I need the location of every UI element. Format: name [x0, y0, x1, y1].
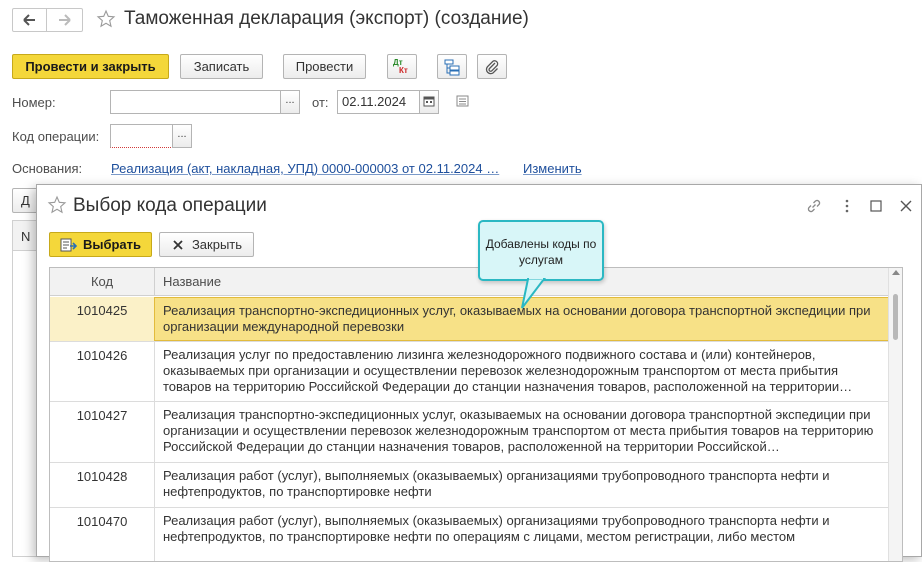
maximize-icon: [870, 200, 882, 212]
select-icon: [60, 238, 78, 251]
select-button[interactable]: Выбрать: [49, 232, 152, 257]
document-list-button[interactable]: [455, 94, 471, 108]
attachments-button[interactable]: [477, 54, 507, 79]
table-row[interactable]: 1010426 Реализация услуг по предоставлен…: [50, 342, 889, 402]
back-arrow-icon: [23, 14, 35, 26]
save-button[interactable]: Записать: [180, 54, 263, 79]
post-and-close-button[interactable]: Провести и закрыть: [12, 54, 169, 79]
structure-button[interactable]: [437, 54, 467, 79]
more-icon: [845, 199, 849, 213]
row-code: 1010427: [76, 408, 128, 423]
paperclip-icon: [485, 59, 499, 74]
row-name: Реализация транспортно-экспедиционных ус…: [154, 402, 889, 462]
dialog-link-button[interactable]: [805, 197, 823, 215]
select-button-label: Выбрать: [82, 237, 142, 252]
row-code: 1010428: [76, 469, 128, 484]
date-field[interactable]: 02.11.2024: [337, 90, 420, 114]
calendar-button[interactable]: [419, 90, 439, 114]
annotation-callout: Добавлены коды по услугам: [478, 220, 604, 281]
basis-label: Основания:: [12, 161, 83, 176]
star-icon: [47, 195, 67, 214]
table-row[interactable]: 1010427 Реализация транспортно-экспедици…: [50, 402, 889, 463]
change-basis-link[interactable]: Изменить: [523, 161, 582, 176]
row-code: 1010426: [76, 348, 128, 363]
table-scrollbar[interactable]: [888, 268, 902, 561]
nav-forward-button[interactable]: [47, 8, 83, 32]
table-row[interactable]: 1010470 Реализация работ (услуг), выполн…: [50, 508, 889, 561]
date-from-label: от:: [312, 95, 329, 110]
dt-kt-icon: Дт Кт: [393, 58, 411, 76]
callout-pointer: [521, 278, 547, 309]
basis-document-link[interactable]: Реализация (акт, накладная, УПД) 0000-00…: [111, 161, 499, 176]
forward-arrow-icon: [59, 14, 71, 26]
row-name: Реализация услуг по предоставлению лизин…: [154, 342, 889, 401]
close-button-label: Закрыть: [191, 237, 243, 252]
dialog-favorite-button[interactable]: [47, 195, 69, 217]
close-dialog-button[interactable]: Закрыть: [159, 232, 254, 257]
operation-code-label: Код операции:: [12, 129, 100, 144]
favorite-star-button[interactable]: [96, 9, 118, 31]
structure-icon: [444, 59, 460, 75]
dialog-maximize-button[interactable]: [867, 197, 885, 215]
table-header: Код Название: [50, 268, 889, 296]
kt-label: Кт: [399, 65, 408, 75]
close-icon: [900, 200, 912, 212]
row-name: Реализация работ (услуг), выполняемых (о…: [154, 508, 889, 561]
operation-code-select-button[interactable]: ...: [172, 124, 192, 148]
table-row[interactable]: 1010428 Реализация работ (услуг), выполн…: [50, 463, 889, 508]
calendar-icon: [423, 96, 435, 107]
page-title: Таможенная декларация (экспорт) (создани…: [124, 8, 529, 29]
dt-kt-button[interactable]: Дт Кт: [387, 54, 417, 79]
column-header-code[interactable]: Код: [50, 274, 154, 289]
background-column-label: N: [21, 229, 31, 244]
table-row[interactable]: 1010425 Реализация транспортно-экспедици…: [50, 297, 889, 342]
number-field[interactable]: [110, 90, 281, 114]
operation-codes-table: Код Название 1010425 Реализация транспор…: [49, 267, 903, 562]
scrollbar-thumb[interactable]: [893, 294, 898, 340]
dialog-more-button[interactable]: [839, 197, 855, 215]
post-button[interactable]: Провести: [283, 54, 366, 79]
scroll-up-arrow[interactable]: [892, 270, 900, 275]
row-name: Реализация работ (услуг), выполняемых (о…: [154, 463, 889, 507]
document-list-icon: [456, 95, 469, 107]
row-code: 1010425: [76, 303, 128, 318]
number-label: Номер:: [12, 95, 56, 110]
operation-code-field[interactable]: [110, 124, 173, 148]
dialog-close-button[interactable]: [897, 197, 915, 215]
row-code: 1010470: [76, 514, 128, 529]
nav-back-button[interactable]: [12, 8, 47, 32]
close-x-icon: [173, 239, 183, 250]
dialog-title: Выбор кода операции: [73, 195, 267, 216]
column-header-name[interactable]: Название: [154, 268, 229, 296]
link-icon: [807, 199, 821, 213]
number-select-button[interactable]: ...: [280, 90, 300, 114]
star-icon: [96, 9, 116, 28]
